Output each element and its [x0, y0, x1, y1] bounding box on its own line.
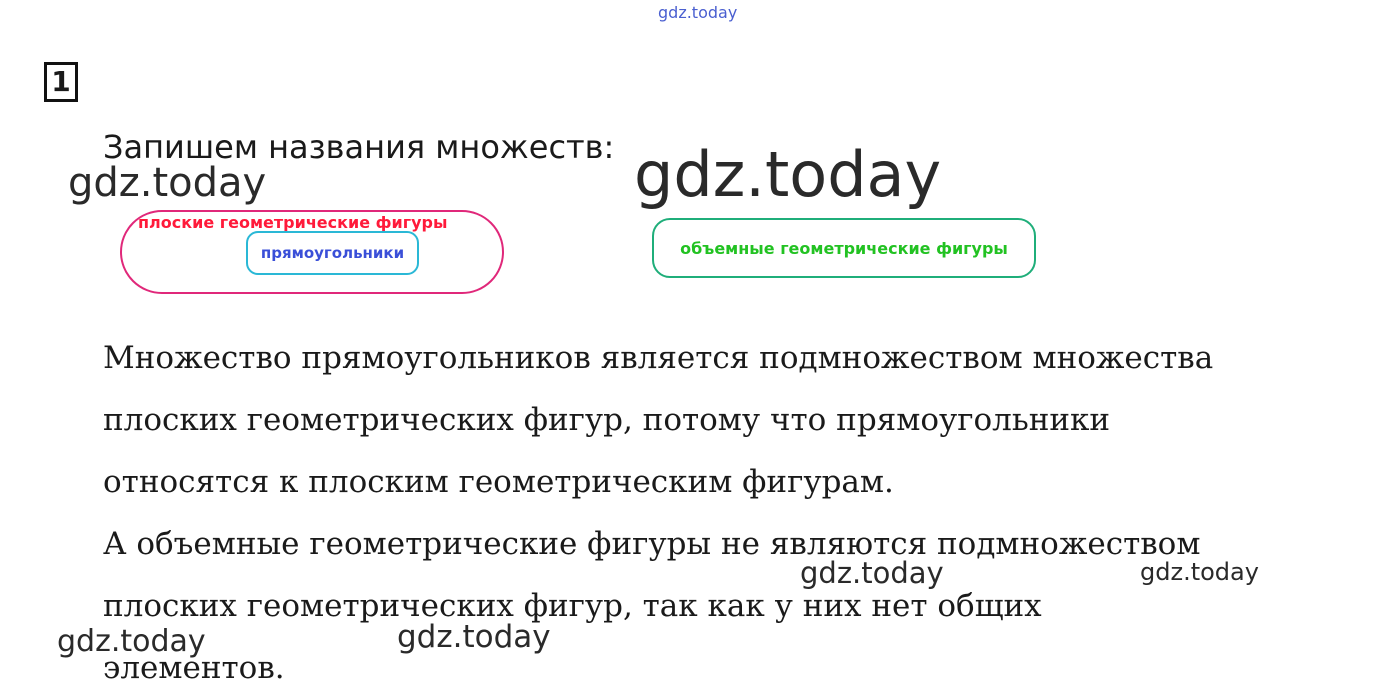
flat-figures-label: плоские геометрические фигуры: [138, 213, 448, 232]
watermark-text: gdz.today: [57, 624, 206, 659]
paragraph2-line: плоских геометрических фигур, так как у …: [103, 588, 1042, 624]
paragraph1-line: Множество прямоугольников является подмн…: [103, 340, 1214, 376]
rectangles-set-oval: прямоугольники: [246, 231, 419, 275]
site-header-link[interactable]: gdz.today: [658, 3, 737, 22]
watermark-text: gdz.today: [68, 160, 267, 206]
watermark-text: gdz.today: [634, 138, 942, 211]
solid-figures-set-oval: объемные геометрические фигуры: [652, 218, 1036, 278]
rectangles-label: прямоугольники: [260, 244, 405, 262]
paragraph2-line: А объемные геометрические фигуры не явля…: [103, 526, 1201, 562]
watermark-text: gdz.today: [397, 619, 551, 655]
paragraph1-line: плоских геометрических фигур, потому что…: [103, 402, 1111, 438]
watermark-text: gdz.today: [800, 556, 944, 590]
paragraph1-line: относятся к плоским геометрическим фигур…: [103, 464, 894, 500]
watermark-text: gdz.today: [1140, 558, 1259, 586]
solid-figures-label: объемные геометрические фигуры: [680, 238, 1008, 258]
task-number: 1: [44, 62, 78, 102]
